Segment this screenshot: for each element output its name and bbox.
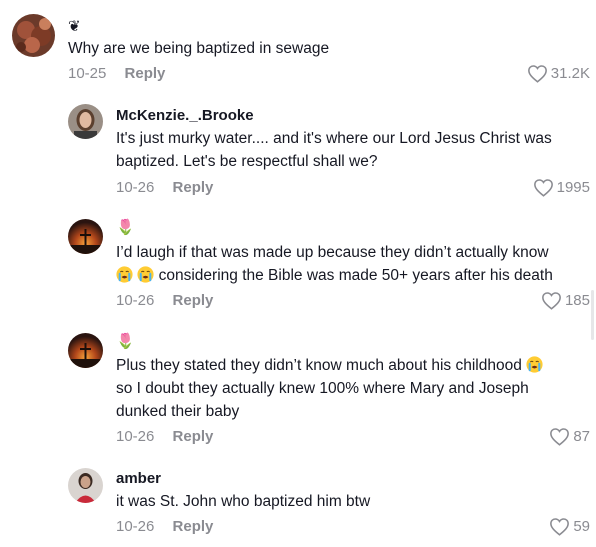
heart-icon	[533, 179, 553, 197]
reply-button[interactable]: Reply	[173, 292, 214, 309]
reply-button[interactable]: Reply	[173, 179, 214, 196]
comment-text: I’d laugh if that was made up because th…	[116, 241, 553, 287]
avatar[interactable]	[68, 468, 103, 503]
like-button[interactable]: 87	[549, 427, 590, 446]
avatar[interactable]	[68, 219, 103, 254]
heart-icon	[550, 428, 570, 446]
avatar[interactable]	[68, 333, 103, 368]
username-emoji[interactable]: ❦	[68, 19, 81, 35]
comment-reply: 🌷 I’d laugh if that was made up because …	[0, 210, 596, 320]
comment-text-line: baptized. Let's be respectful shall we?	[116, 153, 378, 170]
reply-button[interactable]: Reply	[173, 428, 214, 445]
comment-text: It's just murky water.... and it's where…	[116, 127, 552, 173]
comment-text-fragment: Plus they stated they didn’t know much a…	[116, 357, 522, 374]
comment-meta: 10-26 Reply	[116, 292, 213, 309]
comment-meta: 10-26 Reply	[116, 179, 213, 196]
like-count: 185	[564, 292, 590, 309]
username[interactable]: amber	[116, 470, 161, 487]
comment-reply: 🌷 Plus they stated they didn’t know much…	[0, 324, 596, 454]
crying-face-icon	[137, 266, 154, 283]
like-button[interactable]: 59	[549, 517, 590, 536]
comment-text-fragment: considering the Bible was made 50+ years…	[158, 267, 553, 284]
comment-text-line: dunked their baby	[116, 403, 240, 420]
crying-face-icon	[526, 356, 543, 373]
comment-text-line: I’d laugh if that was made up because th…	[116, 244, 549, 261]
comment-date: 10-26	[116, 292, 155, 309]
comment-date: 10-26	[116, 518, 155, 535]
comment-reply: amber it was St. John who baptized him b…	[0, 459, 596, 547]
comment-date: 10-26	[116, 179, 155, 196]
avatar[interactable]	[68, 104, 103, 139]
comment-date: 10-26	[116, 428, 155, 445]
comment-meta: 10-26 Reply	[116, 428, 213, 445]
like-count: 31.2K	[550, 65, 590, 82]
comment-text-line: so I doubt they actually knew 100% where…	[116, 380, 529, 397]
reply-button[interactable]: Reply	[173, 518, 214, 535]
comment-text-line: It's just murky water.... and it's where…	[116, 130, 552, 147]
like-button[interactable]: 185	[541, 291, 590, 310]
comment-text-line: it was St. John who baptized him btw	[116, 493, 371, 510]
username-emoji[interactable]: 🌷	[116, 220, 135, 236]
username-emoji[interactable]: 🌷	[116, 334, 135, 350]
crying-face-icon	[116, 266, 133, 283]
comment-text-line: Plus they stated they didn’t know much a…	[116, 354, 543, 377]
comment-top-level: ❦ Why are we being baptized in sewage 10…	[0, 0, 596, 90]
comment-text: it was St. John who baptized him btw	[116, 490, 370, 513]
comment-reply: McKenzie._.Brooke It's just murky water.…	[0, 95, 596, 205]
comment-meta: 10-26 Reply	[116, 518, 213, 535]
heart-icon	[527, 65, 547, 83]
comment-text: Why are we being baptized in sewage	[68, 37, 329, 60]
comment-text-line: Why are we being baptized in sewage	[68, 40, 330, 57]
like-button[interactable]: 1995	[533, 178, 590, 197]
comment-text: Plus they stated they didn’t know much a…	[116, 354, 543, 423]
avatar[interactable]	[12, 14, 55, 57]
username[interactable]: McKenzie._.Brooke	[116, 107, 254, 124]
comment-text-line: considering the Bible was made 50+ years…	[116, 264, 553, 287]
like-count: 1995	[556, 179, 590, 196]
comment-meta: 10-25 Reply	[68, 65, 165, 82]
like-count: 59	[573, 518, 590, 535]
scrollbar[interactable]	[591, 290, 594, 340]
reply-button[interactable]: Reply	[125, 65, 166, 82]
heart-icon	[542, 292, 561, 310]
heart-icon	[550, 518, 570, 536]
like-count: 87	[573, 428, 590, 445]
comment-date: 10-25	[68, 65, 107, 82]
like-button[interactable]: 31.2K	[527, 64, 590, 83]
